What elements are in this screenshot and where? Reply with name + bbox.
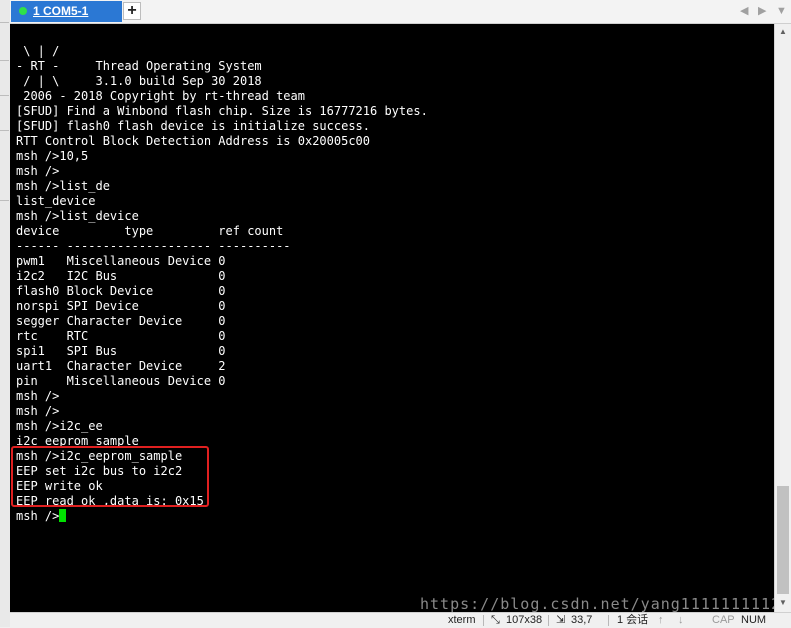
scroll-thumb[interactable] xyxy=(777,486,789,594)
terminal-line: i2c2 I2C Bus 0 xyxy=(16,269,226,283)
terminal-line: - RT - Thread Operating System xyxy=(16,59,262,73)
status-num-lock: NUM xyxy=(741,614,767,626)
status-cursor-position: 33,7 xyxy=(571,614,593,626)
terminal-line: pwm1 Miscellaneous Device 0 xyxy=(16,254,226,268)
status-upload-arrow-icon: ↑ xyxy=(658,614,664,626)
status-download-arrow-icon: ↓ xyxy=(678,614,684,626)
tab-label: 1 COM5-1 xyxy=(33,4,89,18)
terminal-line: msh /> xyxy=(16,404,60,418)
terminal-line: msh />list_de xyxy=(16,179,110,193)
status-resize-icon: ⤡ xyxy=(491,614,500,626)
terminal-prompt-line: msh /> xyxy=(16,509,428,524)
scroll-up-arrow-icon[interactable]: ▲ xyxy=(775,24,791,40)
terminal-line: RTT Control Block Detection Address is 0… xyxy=(16,134,371,148)
tab-list-menu-icon[interactable]: ▼ xyxy=(776,3,787,19)
connection-status-icon xyxy=(19,7,27,15)
terminal-line: segger Character Device 0 xyxy=(16,314,226,328)
terminal-line: msh /> xyxy=(16,164,60,178)
terminal-line: 2006 - 2018 Copyright by rt-thread team xyxy=(16,89,305,103)
scroll-down-arrow-icon[interactable]: ▼ xyxy=(775,595,791,611)
session-tab-bar: 1 COM5-1 + ◀ ▶ ▼ xyxy=(10,0,791,24)
terminal-output-area[interactable]: \ | / - RT - Thread Operating System / | … xyxy=(10,24,780,613)
terminal-line: \ | / xyxy=(16,44,60,58)
tab-scroll-left-icon[interactable]: ◀ xyxy=(740,3,748,19)
status-terminal-size: 107x38 xyxy=(506,614,543,626)
status-term-type: xterm xyxy=(448,614,476,626)
terminal-line: spi1 SPI Bus 0 xyxy=(16,344,226,358)
terminal-line: [SFUD] Find a Winbond flash chip. Size i… xyxy=(16,104,428,118)
terminal-line: list_device xyxy=(16,194,96,208)
highlight-annotation-box xyxy=(11,446,209,507)
terminal-line: flash0 Block Device 0 xyxy=(16,284,226,298)
terminal-line: pin Miscellaneous Device 0 xyxy=(16,374,226,388)
terminal-line: norspi SPI Device 0 xyxy=(16,299,226,313)
terminal-line: rtc RTC 0 xyxy=(16,329,226,343)
terminal-line: [SFUD] flash0 flash device is initialize… xyxy=(16,119,371,133)
terminal-line: ------ -------------------- ---------- xyxy=(16,239,291,253)
status-session-count: 1 会话 xyxy=(617,614,649,626)
terminal-line: / | \ 3.1.0 build Sep 30 2018 xyxy=(16,74,262,88)
terminal-scrollbar[interactable]: ▲ ▼ xyxy=(774,24,791,612)
terminal-line: msh /> xyxy=(16,389,60,403)
terminal-cursor xyxy=(59,509,67,522)
watermark-text: https://blog.csdn.net/yang1111111112 xyxy=(420,595,782,613)
terminal-line: msh />10,5 xyxy=(16,149,89,163)
scroll-track[interactable] xyxy=(775,41,791,595)
terminal-prompt: msh /> xyxy=(16,509,60,523)
terminal-line: device type ref count xyxy=(16,224,284,238)
new-tab-button[interactable]: + xyxy=(123,2,141,20)
tab-com5-1[interactable]: 1 COM5-1 xyxy=(11,1,122,22)
status-cursor-icon: ⇲ xyxy=(556,614,566,626)
status-caps-lock: CAP xyxy=(712,614,735,626)
tab-scroll-right-icon[interactable]: ▶ xyxy=(758,3,766,19)
terminal-line: uart1 Character Device 2 xyxy=(16,359,226,373)
terminal-line: msh />list_device xyxy=(16,209,139,223)
status-bar: xterm ⤡ 107x38 ⇲ 33,7 1 会话 ↑ ↓ CAP NUM xyxy=(10,612,791,628)
terminal-line: msh />i2c_ee xyxy=(16,419,103,433)
